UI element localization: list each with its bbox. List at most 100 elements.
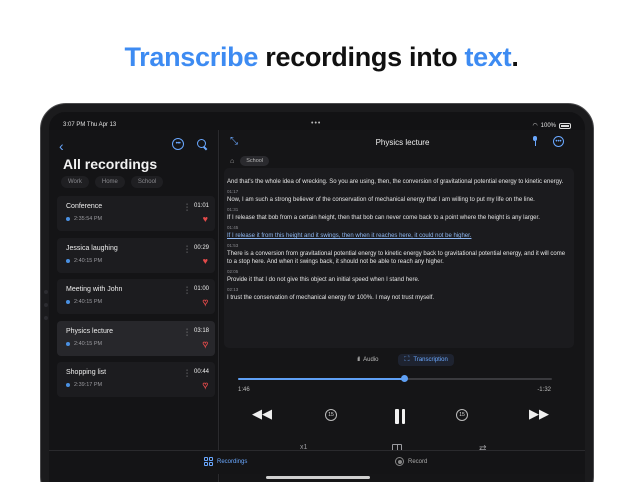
app-screen: 3:07 PM Thu Apr 13 ••• ◠ 100% ‹ ••• All … bbox=[49, 112, 585, 482]
segment-text: Now, I am such a strong believer of the … bbox=[227, 197, 535, 203]
recording-meta: 2:40:15 PM bbox=[66, 299, 102, 305]
device-side-buttons bbox=[44, 290, 48, 329]
dot-icon bbox=[66, 300, 70, 304]
more-icon[interactable]: ••• bbox=[553, 136, 564, 147]
skip-forward-icon[interactable]: 15 bbox=[456, 409, 468, 421]
wifi-icon: ◠ bbox=[532, 123, 538, 129]
heart-outline-icon[interactable]: ♥ bbox=[202, 338, 208, 349]
recording-name: Meeting with John bbox=[66, 286, 123, 293]
battery-icon bbox=[559, 122, 571, 129]
multitasking-dots[interactable]: ••• bbox=[311, 120, 321, 127]
record-icon bbox=[395, 457, 404, 466]
more-icon[interactable]: ••• bbox=[172, 138, 184, 150]
segment-text: There is a conversion from gravitational… bbox=[227, 251, 566, 265]
waveform-icon: ılıl bbox=[357, 357, 360, 363]
dot-icon bbox=[66, 258, 70, 263]
home-indicator[interactable] bbox=[266, 476, 370, 479]
recording-duration: 00:44 bbox=[193, 369, 209, 375]
kebab-icon[interactable]: · · · bbox=[185, 201, 189, 214]
list-item-selected[interactable]: Physics lecture 2:40:15 PM · · · 03:18 ♥ bbox=[57, 320, 215, 356]
kebab-icon[interactable]: · · · bbox=[185, 367, 189, 380]
tag-row: ⌂ School bbox=[230, 156, 270, 166]
playback-slider[interactable] bbox=[238, 375, 552, 382]
transcript-segment[interactable]: 01:17 Now, I am such a strong believer o… bbox=[227, 189, 571, 204]
tab-record[interactable]: Record bbox=[395, 457, 427, 466]
recording-duration: 01:00 bbox=[193, 286, 209, 292]
tab-recordings-label: Recordings bbox=[217, 458, 248, 465]
segment-time: 01:17 bbox=[227, 189, 239, 194]
segment-text: And that's the whole idea of wrecking. S… bbox=[227, 179, 564, 185]
recordings-list: Conference 2:35:54 PM · · · 01:01 ♥ Jessic… bbox=[57, 196, 215, 404]
list-item[interactable]: Conference 2:35:54 PM · · · 01:01 ♥ bbox=[57, 196, 215, 231]
transcript-segment[interactable]: 02:13 I trust the conservation of mechan… bbox=[227, 287, 571, 302]
rewind-icon[interactable]: ◀◀ bbox=[252, 406, 272, 422]
playback-knob[interactable] bbox=[400, 375, 408, 382]
recording-duration: 00:29 bbox=[193, 244, 209, 251]
page-title: All recordings bbox=[63, 156, 158, 172]
segment-text: If I release that bob from a certain hei… bbox=[227, 215, 540, 221]
dot-icon bbox=[66, 217, 70, 221]
segment-text: If I release it from this height and it … bbox=[227, 233, 472, 239]
list-item[interactable]: Shopping list 2:39:17 PM · · · 00:44 ♥ bbox=[57, 362, 215, 397]
sidebar-toolbar: ‹ ••• bbox=[49, 134, 218, 154]
headline-end: . bbox=[511, 42, 519, 72]
segment-time: 01:53 bbox=[227, 243, 239, 248]
heart-icon[interactable]: ♥ bbox=[203, 256, 208, 266]
recording-name: Conference bbox=[66, 203, 103, 210]
search-icon[interactable] bbox=[196, 138, 208, 150]
dot-icon bbox=[66, 383, 70, 387]
kebab-icon[interactable]: · · · bbox=[185, 243, 189, 256]
headline-accent-2: text bbox=[464, 42, 512, 72]
segment-time: 01:45 bbox=[227, 225, 239, 230]
tab-record-label: Record bbox=[408, 458, 428, 465]
transcription-mode-button[interactable]: ⛶ Transcription bbox=[398, 354, 454, 366]
fast-forward-icon[interactable]: ▶▶ bbox=[529, 406, 549, 422]
audio-mode-button[interactable]: ılıl Audio bbox=[351, 354, 384, 366]
transcript-segment[interactable]: 01:53 There is a conversion from gravita… bbox=[227, 243, 571, 266]
grid-icon bbox=[204, 457, 213, 466]
headline-middle: recordings into bbox=[265, 42, 458, 72]
headline-accent-1: Transcribe bbox=[124, 42, 259, 72]
list-item[interactable]: Meeting with John 2:40:15 PM · · · 01:00 ♥ bbox=[57, 279, 215, 314]
transcript-segment[interactable]: And that's the whole idea of wrecking. S… bbox=[227, 171, 571, 186]
heart-outline-icon[interactable]: ♥ bbox=[202, 297, 208, 308]
recording-duration: 03:18 bbox=[193, 327, 209, 334]
segment-time: 01:31 bbox=[227, 207, 239, 212]
tag-icon[interactable]: ⌂ bbox=[230, 158, 234, 165]
transcript-segment[interactable]: 02:05 Provide it that I do not give this… bbox=[227, 269, 571, 284]
recording-time: 2:40:15 PM bbox=[74, 257, 103, 264]
recording-time: 2:40:15 PM bbox=[74, 340, 103, 347]
tag-chip[interactable]: School bbox=[240, 156, 270, 166]
mic-icon[interactable] bbox=[533, 136, 537, 146]
sidebar: ‹ ••• All recordings Work Home School Co… bbox=[49, 130, 219, 482]
recording-meta: 2:40:15 PM bbox=[66, 341, 102, 347]
recording-meta: 2:35:54 PM bbox=[66, 216, 102, 222]
transcript-segment[interactable]: 01:31 If I release that bob from a certa… bbox=[227, 207, 571, 222]
transcription-icon: ⛶ bbox=[404, 356, 410, 363]
chip-school[interactable]: School bbox=[130, 176, 164, 188]
recording-title: Physics lecture bbox=[375, 138, 430, 147]
tab-recordings[interactable]: Recordings bbox=[204, 457, 247, 466]
headline: Transcribe recordings into text. bbox=[0, 42, 643, 73]
status-right: ◠ 100% bbox=[532, 122, 571, 129]
recording-time: 2:39:17 PM bbox=[74, 382, 103, 388]
pause-button[interactable] bbox=[394, 409, 406, 424]
transcript-segment-active[interactable]: 01:45 If I release it from this height a… bbox=[227, 225, 571, 240]
segment-time: 02:05 bbox=[227, 269, 239, 274]
recording-time: 2:35:54 PM bbox=[74, 216, 103, 222]
chip-work[interactable]: Work bbox=[61, 176, 89, 188]
transcript-panel[interactable]: And that's the whole idea of wrecking. S… bbox=[224, 168, 574, 348]
audio-mode-label: Audio bbox=[363, 357, 379, 363]
status-time: 3:07 PM Thu Apr 13 bbox=[63, 122, 117, 128]
kebab-icon[interactable]: · · · bbox=[185, 326, 189, 339]
battery-percent: 100% bbox=[540, 122, 556, 129]
status-bar: 3:07 PM Thu Apr 13 ••• ◠ 100% bbox=[49, 112, 585, 129]
chevron-left-icon[interactable]: ‹ bbox=[59, 138, 64, 154]
kebab-icon[interactable]: · · · bbox=[185, 284, 189, 297]
list-item[interactable]: Jessica laughing 2:40:15 PM · · · 00:29 ♥ bbox=[57, 237, 215, 273]
skip-back-icon[interactable]: 15 bbox=[325, 409, 337, 421]
heart-icon[interactable]: ♥ bbox=[203, 214, 208, 224]
segment-time bbox=[227, 171, 571, 177]
heart-outline-icon[interactable]: ♥ bbox=[202, 380, 208, 391]
chip-home[interactable]: Home bbox=[94, 176, 125, 188]
